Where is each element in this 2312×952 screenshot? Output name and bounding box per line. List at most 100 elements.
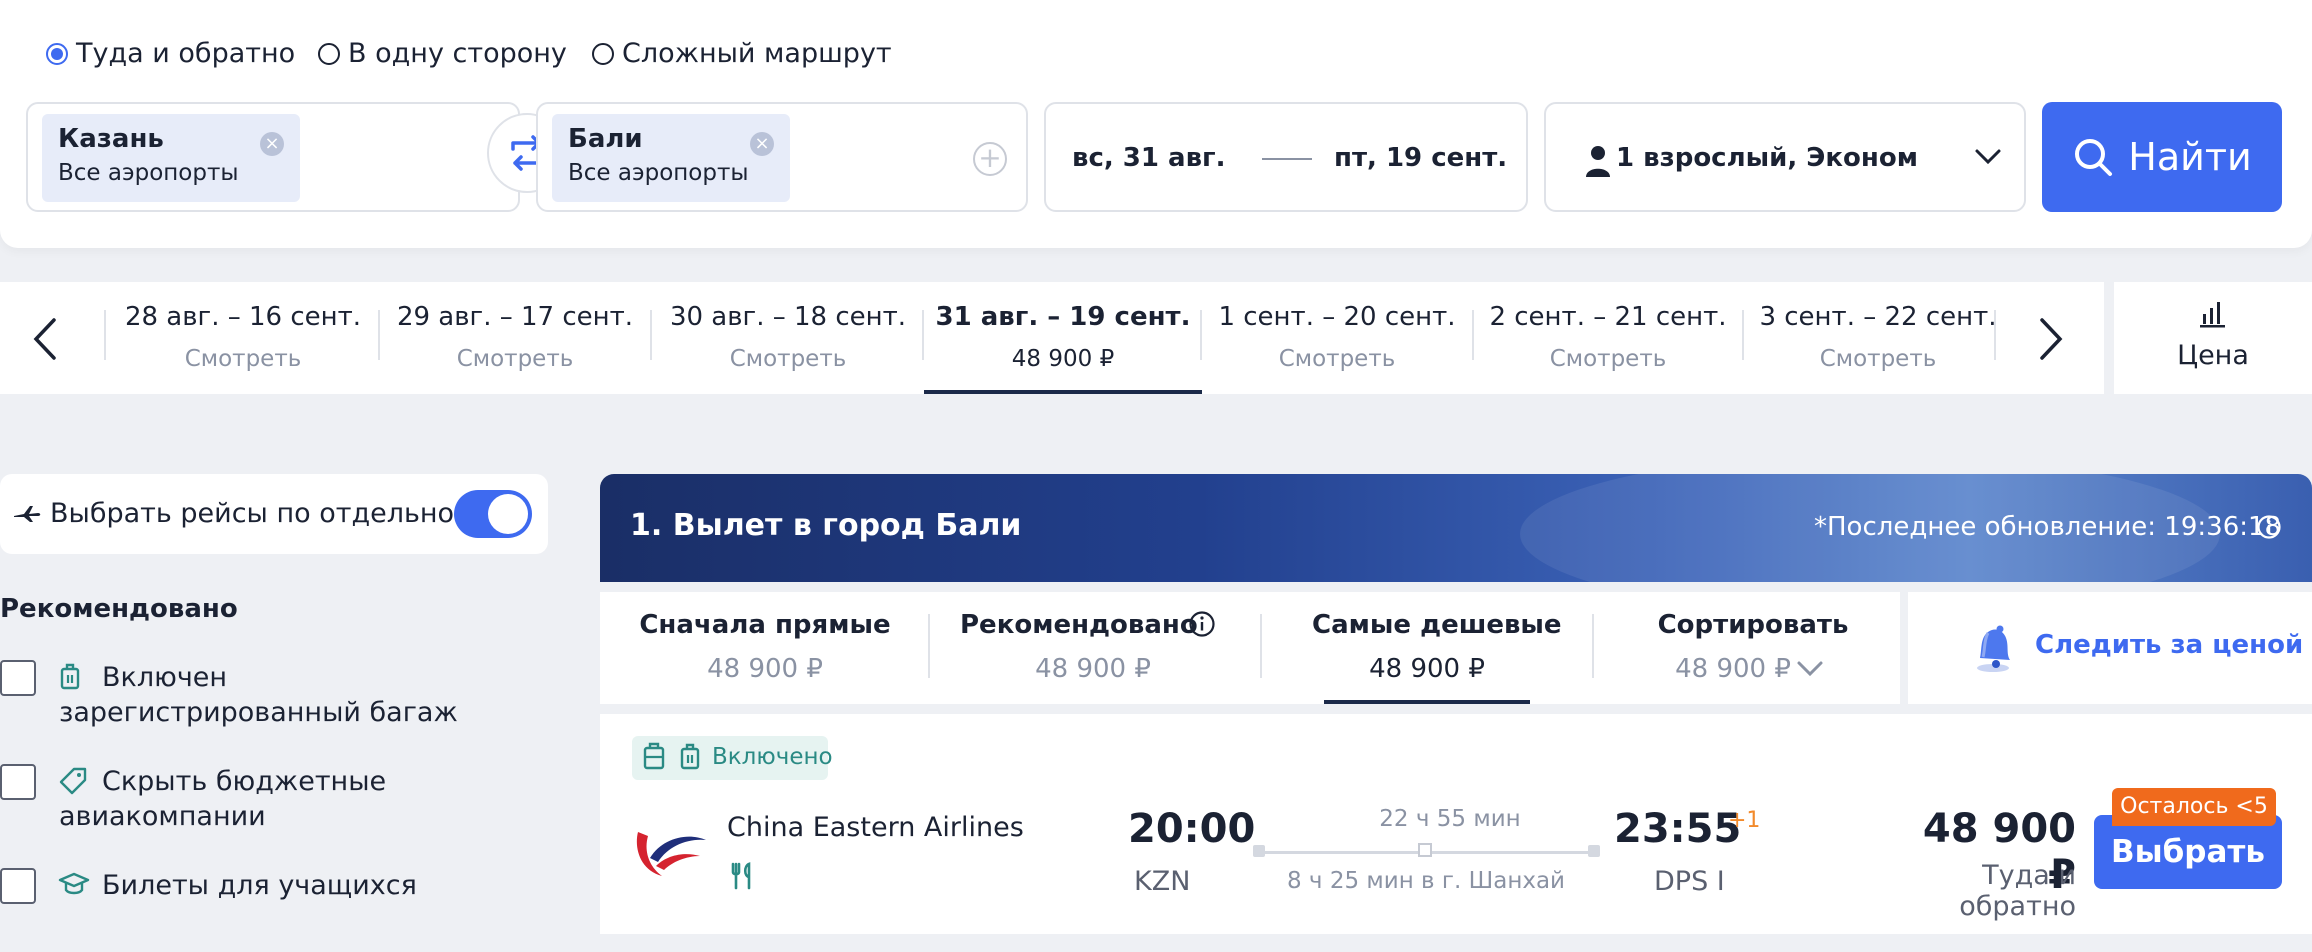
filter-budget-label: Скрыть бюджетные авиакомпании	[59, 766, 387, 832]
filter-students-checkbox[interactable]	[0, 868, 36, 904]
destination-airports: Все аэропорты	[568, 160, 749, 186]
date-cell-4-active[interactable]: 31 авг. – 19 сент. 48 900 ₽	[924, 282, 1202, 394]
included-label: Включено	[712, 744, 833, 770]
airplane-icon	[14, 506, 41, 522]
route-end-dot	[1588, 845, 1600, 857]
price-chart-label: Цена	[2177, 340, 2249, 371]
price-chart-toggle[interactable]: Цена	[2114, 282, 2312, 394]
origin-clear-icon[interactable]: ×	[260, 132, 284, 156]
destination-city: Бали	[568, 124, 643, 154]
seats-left-badge: Осталось <5	[2112, 788, 2276, 826]
price-note: Туда и обратно	[1959, 860, 2076, 922]
chevron-down-icon[interactable]	[1974, 148, 2002, 166]
filter-baggage-label: Включен зарегистрированный багаж	[59, 662, 458, 728]
date-cell-price: 48 900 ₽	[1011, 346, 1115, 372]
date-cell-sub: Смотреть	[456, 346, 574, 372]
toggle-knob	[488, 494, 528, 534]
radio-round-trip-label: Туда и обратно	[76, 38, 296, 69]
results-title: 1. Вылет в город Бали	[630, 508, 1022, 543]
radio-round-trip-dot[interactable]	[46, 42, 68, 65]
add-city-icon[interactable]: +	[973, 142, 1007, 176]
radio-multi-city[interactable]: Сложный маршрут	[592, 38, 892, 69]
layover-marker	[1418, 843, 1432, 857]
meal-icon	[731, 862, 751, 890]
flight-duration: 22 ч 55 мин	[1379, 806, 1521, 832]
radio-one-way-dot[interactable]	[318, 42, 340, 65]
sort-tab-direct[interactable]: Сначала прямые 48 900 ₽	[632, 592, 898, 704]
date-cell-range: 2 сент. – 21 сент.	[1489, 302, 1727, 332]
passengers-text: 1 взрослый, Эконом	[1616, 143, 1918, 173]
origin-field[interactable]: Казань Все аэропорты ×	[26, 102, 520, 212]
carry-on-icon	[643, 742, 665, 770]
origin-chip[interactable]: Казань Все аэропорты ×	[42, 114, 300, 202]
sort-tab-cheapest[interactable]: Самые дешевые 48 900 ₽	[1312, 592, 1562, 704]
arrive-airport-code: DPS I	[1654, 866, 1725, 897]
layover-info: 8 ч 25 мин в г. Шанхай	[1286, 868, 1566, 894]
person-icon	[1586, 146, 1610, 177]
radio-one-way[interactable]: В одну сторону	[318, 38, 567, 69]
separate-flights-toggle[interactable]	[454, 490, 532, 538]
date-cell-range: 1 сент. – 20 сент.	[1218, 302, 1456, 332]
depart-time: 20:00	[1128, 806, 1256, 852]
sort-tab-price: 48 900 ₽	[707, 654, 823, 684]
date-cell-6[interactable]: 2 сент. – 21 сент. Смотреть	[1474, 282, 1742, 394]
search-icon	[2075, 139, 2113, 176]
date-dash	[1262, 158, 1312, 160]
sort-tab-title: Сортировать	[1657, 610, 1849, 640]
last-update-text: *Последнее обновление: 19:36:18	[1814, 512, 2282, 542]
sort-tab-recommended[interactable]: Рекомендовано 48 900 ₽	[960, 592, 1226, 704]
date-to[interactable]: пт, 19 сент.	[1334, 143, 1507, 173]
chevron-right-icon[interactable]	[2036, 316, 2066, 362]
date-cell-1[interactable]: 28 авг. – 16 сент. Смотреть	[106, 282, 380, 394]
filter-baggage-checkbox[interactable]	[0, 660, 36, 696]
arrive-time: 23:55	[1614, 806, 1742, 852]
date-cell-2[interactable]: 29 авг. – 17 сент. Смотреть	[380, 282, 650, 394]
radio-one-way-label: В одну сторону	[348, 38, 567, 69]
bar-chart-icon	[2200, 302, 2225, 328]
info-icon[interactable]	[1188, 610, 1216, 638]
radio-round-trip[interactable]: Туда и обратно	[46, 38, 295, 69]
chevron-down-icon[interactable]	[1796, 660, 1824, 678]
sort-divider	[1260, 614, 1262, 678]
destination-field[interactable]: Бали Все аэропорты ×	[536, 102, 1028, 212]
date-cell-7[interactable]: 3 сент. – 22 сент. Смотреть	[1744, 282, 2012, 394]
radio-multi-city-dot[interactable]	[592, 42, 614, 65]
date-cell-range: 28 авг. – 16 сент.	[124, 302, 362, 332]
strip-divider	[1994, 310, 1996, 360]
depart-airport-code: KZN	[1134, 866, 1191, 897]
destination-clear-icon[interactable]: ×	[750, 132, 774, 156]
sort-tab-more[interactable]: Сортировать 48 900 ₽	[1620, 592, 1886, 704]
date-cell-3[interactable]: 30 авг. – 18 сент. Смотреть	[652, 282, 924, 394]
luggage-icon	[680, 743, 700, 770]
airline-name: China Eastern Airlines	[727, 812, 1024, 843]
china-eastern-logo	[636, 832, 706, 876]
sort-tab-title: Рекомендовано	[960, 610, 1198, 640]
sort-tab-price: 48 900 ₽	[1675, 654, 1791, 684]
date-cell-range: 3 сент. – 22 сент.	[1759, 302, 1997, 332]
separate-flights-label: Выбрать рейсы по отдельности	[50, 498, 503, 529]
search-button[interactable]: Найти	[2042, 102, 2282, 212]
sort-divider	[928, 614, 930, 678]
chevron-left-icon[interactable]	[30, 316, 60, 362]
date-cell-sub: Смотреть	[1278, 346, 1396, 372]
next-day-badge: +1	[1728, 808, 1761, 833]
sort-tab-title: Самые дешевые	[1312, 610, 1562, 640]
sort-divider	[1592, 614, 1594, 678]
radio-multi-city-label: Сложный маршрут	[622, 38, 892, 69]
bell-icon	[1977, 625, 2010, 672]
date-cell-range: 31 авг. – 19 сент.	[935, 302, 1191, 332]
info-icon[interactable]	[2256, 514, 2282, 540]
origin-airports: Все аэропорты	[58, 160, 239, 186]
search-button-label: Найти	[2128, 135, 2252, 179]
filter-budget-checkbox[interactable]	[0, 764, 36, 800]
origin-city: Казань	[58, 124, 164, 154]
select-flight-button[interactable]: Выбрать	[2094, 815, 2282, 889]
date-cell-5[interactable]: 1 сент. – 20 сент. Смотреть	[1202, 282, 1472, 394]
destination-chip[interactable]: Бали Все аэропорты ×	[552, 114, 790, 202]
date-from[interactable]: вс, 31 авг.	[1072, 143, 1226, 173]
sort-tab-price: 48 900 ₽	[1369, 654, 1485, 684]
route-start-dot	[1253, 845, 1265, 857]
date-cell-sub: Смотреть	[729, 346, 847, 372]
recommended-heading: Рекомендовано	[0, 594, 238, 624]
date-cell-range: 29 авг. – 17 сент.	[396, 302, 634, 332]
